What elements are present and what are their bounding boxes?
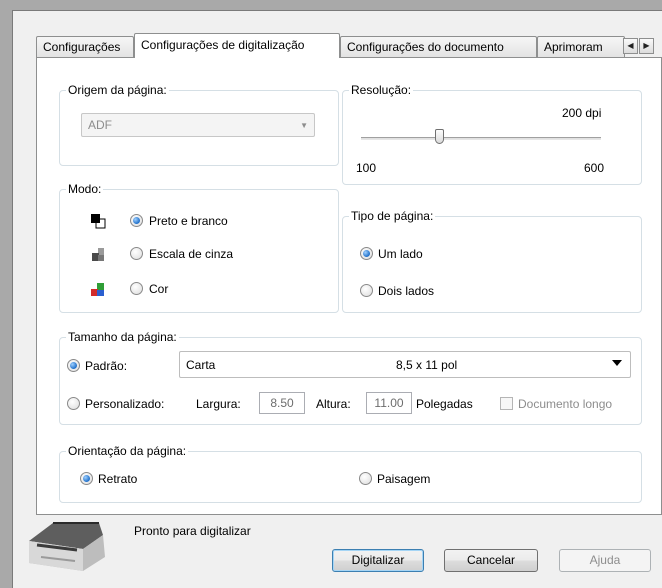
long-document-checkbox[interactable] [500,397,513,410]
page-size-label-custom: Personalizado: [85,397,165,411]
color-icon [90,282,106,298]
custom-height-field[interactable]: 11.00 [366,392,412,414]
tab-scroll-arrows: ◀ ▶ [623,38,654,54]
long-document-label: Documento longo [518,397,613,411]
tab-aprimoramentos[interactable]: Aprimoram [537,36,625,57]
mode-group: Modo: Preto e branco Escala de cinza Cor [59,182,339,313]
page-size-group-title: Tamanho da página: [66,330,179,344]
help-button[interactable]: Ajuda [559,549,651,572]
tab-configuracoes-digitalizacao[interactable]: Configurações de digitalização [134,33,340,58]
page-size-radio-custom[interactable] [67,397,80,410]
source-dropdown[interactable]: ADF ▼ [81,113,315,137]
mode-group-title: Modo: [66,182,104,196]
source-dropdown-arrow-icon: ▼ [300,121,308,130]
mode-label-grayscale: Escala de cinza [149,247,234,261]
scan-button[interactable]: Digitalizar [332,549,424,572]
orientation-group-title: Orientação da página: [66,444,189,458]
scan-settings-panel: Origem da página: ADF ▼ Resolução: 200 d… [36,57,662,515]
resolution-slider-track[interactable] [361,137,601,140]
page-type-label-one-side: Um lado [378,247,423,261]
custom-height-label: Altura: [316,397,351,411]
scanner-device-icon [23,517,109,577]
tab-configuracoes-documento[interactable]: Configurações do documento [340,36,537,57]
page-type-label-two-sides: Dois lados [378,284,435,298]
resolution-max-label: 600 [584,161,605,175]
resolution-min-label: 100 [356,161,377,175]
grayscale-icon [90,247,106,263]
orientation-group: Orientação da página: Retrato Paisagem [59,444,642,503]
tab-scroll-left-icon[interactable]: ◀ [623,38,638,54]
page-size-dropdown[interactable]: Carta 8,5 x 11 pol [179,351,631,378]
page-size-dropdown-arrow-icon [612,360,622,366]
tab-scroll-right-icon[interactable]: ▶ [639,38,654,54]
orientation-radio-portrait[interactable] [80,472,93,485]
custom-width-label: Largura: [196,397,241,411]
page-size-dims: 8,5 x 11 pol [396,358,458,372]
mode-label-black-white: Preto e branco [149,214,228,228]
source-dropdown-value: ADF [88,118,112,132]
mode-label-color: Cor [149,282,169,296]
status-text: Pronto para digitalizar [134,524,251,538]
resolution-group-title: Resolução: [349,83,414,97]
orientation-radio-landscape[interactable] [359,472,372,485]
page-type-radio-one-side[interactable] [360,247,373,260]
mode-radio-black-white[interactable] [130,214,143,227]
custom-units-label: Polegadas [416,397,473,411]
mode-radio-grayscale[interactable] [130,247,143,260]
mode-radio-color[interactable] [130,282,143,295]
page-size-group: Tamanho da página: Padrão: Carta 8,5 x 1… [59,330,642,425]
source-group-title: Origem da página: [66,83,169,97]
resolution-group: Resolução: 200 dpi 100 600 [342,83,642,185]
resolution-slider-thumb[interactable] [434,129,444,144]
page-size-radio-standard[interactable] [67,359,80,372]
orientation-label-portrait: Retrato [98,472,138,486]
page-type-radio-two-sides[interactable] [360,284,373,297]
page-type-group: Tipo de página: Um lado Dois lados [342,209,642,313]
custom-width-field[interactable]: 8.50 [259,392,305,414]
page-size-name: Carta [186,358,216,372]
resolution-value-label: 200 dpi [562,106,602,120]
black-white-icon [90,213,106,229]
page-type-group-title: Tipo de página: [349,209,436,223]
page-size-label-standard: Padrão: [85,359,128,373]
orientation-label-landscape: Paisagem [377,472,431,486]
tab-configuracoes[interactable]: Configurações [36,36,134,57]
source-group: Origem da página: ADF ▼ [59,83,339,166]
scanner-dialog: Configurações Configurações de digitaliz… [12,10,662,588]
cancel-button[interactable]: Cancelar [444,549,538,572]
